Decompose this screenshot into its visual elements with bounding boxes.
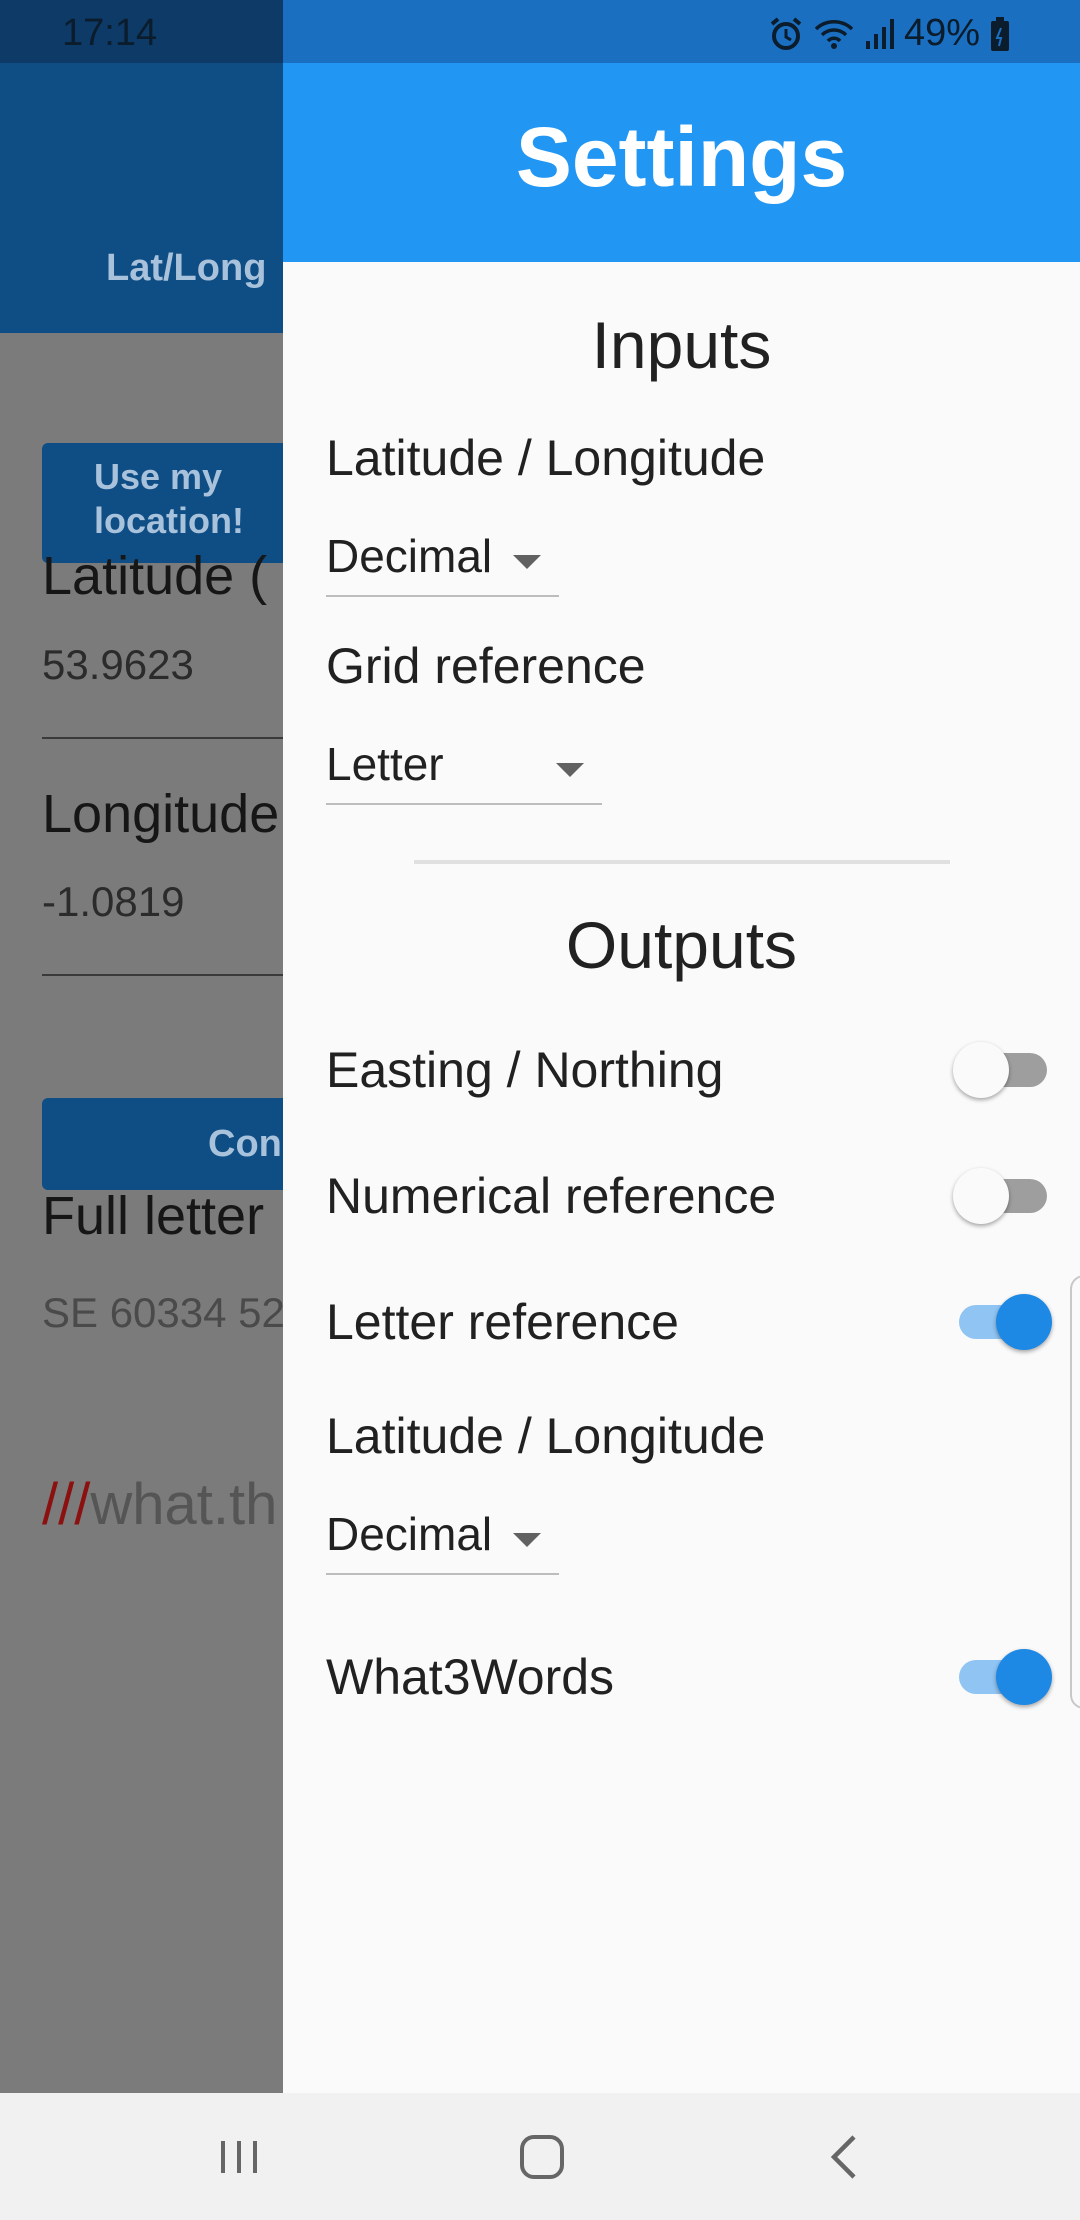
- switch-thumb: [953, 1168, 1009, 1224]
- w3w-text: what.th: [90, 1472, 278, 1537]
- switch-thumb: [996, 1649, 1052, 1705]
- dropdown-arrow-icon: [513, 555, 541, 569]
- easting-northing-switch[interactable]: [953, 1040, 1049, 1100]
- letter-reference-label: Letter reference: [326, 1294, 679, 1350]
- tab-lat-long: Lat/Long: [106, 247, 267, 289]
- drawer-header: Settings: [283, 63, 1080, 262]
- grid-reference-value: Letter: [326, 738, 444, 790]
- drawer-title: Settings: [515, 110, 848, 204]
- background-app: Lat/Long Use my location! Latitude ( 53.…: [0, 63, 283, 2093]
- w3w-address: ///what.th: [42, 1471, 277, 1538]
- back-icon: [830, 2135, 856, 2179]
- alarm-icon: [768, 16, 804, 52]
- scroll-edge-indicator: [1070, 1275, 1080, 1709]
- grid-reference-dropdown[interactable]: Letter: [326, 729, 602, 805]
- battery-icon: [990, 16, 1010, 52]
- recent-apps-icon: [221, 2141, 257, 2173]
- latitude-label: Latitude (: [42, 546, 268, 606]
- input-latlong-dropdown[interactable]: Decimal: [326, 521, 559, 597]
- section-divider: [414, 860, 950, 864]
- output-latlong-label: Latitude / Longitude: [326, 1408, 766, 1464]
- inputs-heading: Inputs: [591, 308, 772, 382]
- w3w-slashes: ///: [42, 1472, 91, 1537]
- home-button[interactable]: [506, 2121, 578, 2193]
- outputs-heading: Outputs: [565, 908, 798, 982]
- letter-reference-switch[interactable]: [953, 1292, 1052, 1352]
- what3words-switch[interactable]: [953, 1647, 1052, 1707]
- status-icons: 49%: [768, 12, 1010, 55]
- home-icon: [520, 2135, 564, 2179]
- back-button[interactable]: [808, 2121, 880, 2193]
- longitude-underline: [42, 974, 283, 976]
- status-time: 17:14: [62, 12, 158, 54]
- latitude-value: 53.9623: [42, 641, 194, 688]
- numerical-reference-switch[interactable]: [953, 1166, 1049, 1226]
- switch-thumb: [996, 1294, 1052, 1350]
- signal-icon: [864, 17, 894, 51]
- input-latlong-value: Decimal: [326, 530, 493, 582]
- battery-percent: 49%: [903, 12, 980, 54]
- easting-northing-label: Easting / Northing: [326, 1042, 724, 1098]
- longitude-label: Longitude: [42, 784, 280, 844]
- status-bar: 17:14 49%: [0, 0, 1080, 63]
- switch-thumb: [953, 1042, 1009, 1098]
- latitude-underline: [42, 737, 283, 739]
- full-letter-value: SE 60334 52: [42, 1289, 283, 1336]
- longitude-value: -1.0819: [42, 878, 185, 925]
- input-latlong-label: Latitude / Longitude: [326, 430, 766, 486]
- grid-reference-label: Grid reference: [326, 638, 646, 694]
- background-app-bar: Lat/Long: [0, 63, 283, 333]
- output-latlong-dropdown[interactable]: Decimal: [326, 1499, 559, 1575]
- output-latlong-value: Decimal: [326, 1508, 493, 1560]
- wifi-icon: [814, 17, 854, 51]
- full-letter-label: Full letter: [42, 1186, 265, 1246]
- convert-button: Con: [42, 1098, 283, 1190]
- dropdown-arrow-icon: [513, 1533, 541, 1547]
- dropdown-arrow-icon: [556, 763, 584, 777]
- numerical-reference-label: Numerical reference: [326, 1168, 777, 1224]
- recent-apps-button[interactable]: [203, 2121, 275, 2193]
- navigation-bar: [0, 2093, 1080, 2220]
- settings-drawer: Settings Inputs Latitude / Longitude Dec…: [283, 63, 1080, 2093]
- what3words-label: What3Words: [326, 1649, 615, 1705]
